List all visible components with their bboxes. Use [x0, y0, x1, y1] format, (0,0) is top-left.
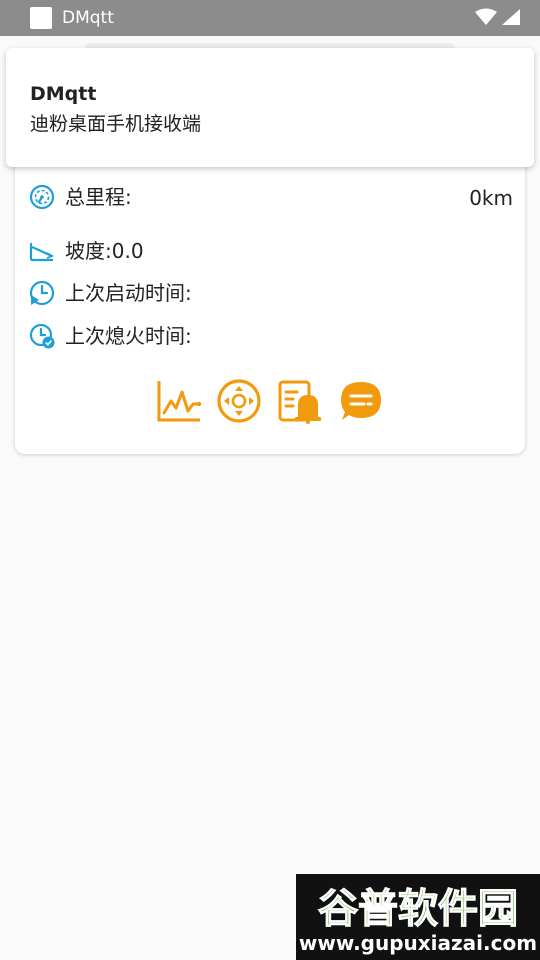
clock-play-icon — [29, 280, 55, 306]
watermark-brand: 谷普软件园 — [318, 886, 518, 932]
line-chart-icon[interactable] — [156, 378, 202, 424]
mileage-value: 0km — [469, 186, 513, 210]
status-app-name: DMqtt — [62, 8, 114, 28]
watermark-url: www.gupuxiazai.com — [299, 931, 537, 955]
heads-up-notification[interactable]: DMqtt 迪粉桌面手机接收端 — [6, 48, 534, 167]
clock-check-icon — [29, 323, 55, 349]
direction-pad-icon[interactable] — [216, 378, 262, 424]
slope-icon — [29, 243, 55, 262]
last-start-row: 上次启动时间: — [29, 279, 192, 307]
last-stop-label: 上次熄火时间: — [65, 324, 192, 348]
slope-label: 坡度: — [65, 239, 112, 263]
vehicle-info-card: 总里程: 0km 坡度: 0.0 上次启动时间: 上次熄火时间: — [15, 120, 525, 454]
mileage-label: 总里程: — [65, 185, 132, 209]
speedometer-icon — [29, 184, 55, 210]
app-icon — [30, 7, 52, 29]
chat-bubble-icon[interactable] — [338, 378, 384, 424]
last-stop-row: 上次熄火时间: — [29, 322, 192, 350]
slope-value: 0.0 — [111, 239, 144, 263]
last-start-label: 上次启动时间: — [65, 281, 192, 305]
signal-icon — [502, 9, 520, 25]
action-bar — [156, 378, 384, 424]
notification-body: 迪粉桌面手机接收端 — [30, 113, 202, 135]
watermark-logo: 谷普软件园 www.gupuxiazai.com — [296, 874, 540, 960]
alarm-bell-icon[interactable] — [277, 378, 323, 424]
wifi-icon — [475, 8, 497, 25]
notification-title: DMqtt — [30, 83, 97, 105]
status-bar: DMqtt — [0, 0, 540, 36]
mileage-row: 总里程: — [29, 183, 132, 211]
slope-row: 坡度: 0.0 — [29, 237, 144, 265]
